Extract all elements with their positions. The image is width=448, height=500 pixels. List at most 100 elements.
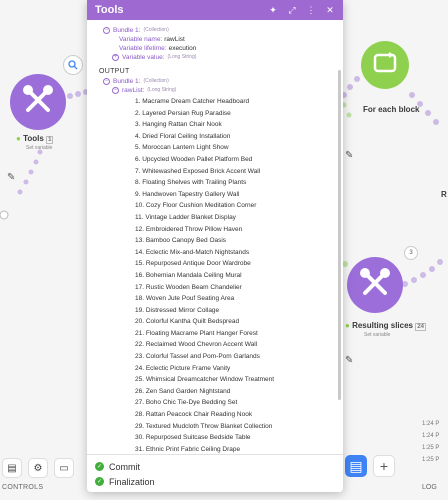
property-key: rawList: (122, 87, 145, 94)
modal-footer: ✓ Commit ✓ Finalization (87, 454, 343, 492)
tools-module-sub: Set variable (26, 145, 53, 151)
list-item: 15. Repurposed Antique Door Wardrobe (135, 260, 251, 268)
property-value: rawList (164, 36, 185, 43)
collapse-icon[interactable]: − (112, 87, 119, 94)
modal-header: Tools ✦ ⤢ ⋮ ✕ (87, 0, 343, 20)
list-item: 4. Dried Floral Ceiling Installation (135, 132, 231, 140)
slices-wrench-icon (358, 266, 392, 305)
slices-module-sub: Set variable (364, 332, 391, 338)
rawlist-items: 1. Macrame Dream Catcher Headboard 2. Lay… (103, 96, 343, 454)
more-icon[interactable]: ⋮ (306, 5, 316, 16)
bundle-label: Bundle 1: (113, 27, 141, 34)
property-key: Variable value: (122, 54, 165, 61)
list-item: 7. Whitewashed Exposed Brick Accent Wall (135, 167, 261, 175)
list-item: 3. Hanging Rattan Chair Nook (135, 121, 222, 129)
iterator-module-label: For each block (363, 105, 420, 114)
bundle-type: (Collection) (143, 27, 169, 33)
check-icon: ✓ (95, 462, 104, 471)
list-item: 6. Upcycled Wooden Pallet Platform Bed (135, 155, 253, 163)
list-item: 24. Eclectic Picture Frame Vanity (135, 364, 231, 372)
search-icon[interactable] (63, 55, 83, 75)
log-time: 1:25 P (422, 445, 440, 451)
bundle-label: Bundle 1: (113, 78, 141, 85)
list-item: 17. Rustic Wooden Beam Chandelier (135, 283, 242, 291)
list-item: 12. Embroidered Throw Pillow Haven (135, 225, 243, 233)
partial-module-label: R (441, 190, 447, 199)
rawlist-row[interactable]: − rawList: (Long String) (103, 86, 343, 95)
scrollbar[interactable] (338, 70, 341, 400)
variable-name-row: Variable name: rawList (103, 35, 343, 44)
check-icon: ✓ (95, 477, 104, 486)
list-item: 10. Cozy Floor Cushion Meditation Corner (135, 202, 257, 210)
list-item: 30. Repurposed Suitcase Bedside Table (135, 434, 251, 442)
controls-label: CONTROLS (2, 484, 44, 491)
wrench-icon[interactable]: ✎ (345, 150, 353, 161)
commit-label: Commit (109, 461, 140, 472)
controls-toolbar: ▤ ⚙ ▭ (0, 455, 90, 481)
list-item: 31. Ethnic Print Fabric Ceiling Drape (135, 445, 241, 453)
list-item: 11. Vintage Ladder Blanket Display (135, 213, 236, 221)
list-item: 8. Floating Shelves with Trailing Plants (135, 179, 247, 187)
log-label: LOG (422, 484, 437, 491)
wrench-icon[interactable]: ✎ (7, 172, 15, 183)
list-item: 14. Eclectic Mix-and-Match Nightstands (135, 248, 250, 256)
property-key: Variable lifetime: (119, 45, 167, 52)
list-item: 18. Woven Jute Pouf Seating Area (135, 295, 235, 303)
input-bundle-row[interactable]: − Bundle 1: (Collection) (103, 26, 343, 35)
canvas-tools: ▤ + (345, 455, 395, 477)
expand-icon[interactable]: ⤢ (287, 5, 297, 16)
loop-icon (372, 51, 398, 79)
list-item: 23. Colorful Tassel and Pom-Pom Garlands (135, 353, 260, 361)
list-item: 5. Moroccan Lantern Light Show (135, 144, 229, 152)
notes-icon[interactable]: ▤ (345, 455, 367, 477)
modal-body[interactable]: − Bundle 1: (Collection) Variable name: … (87, 20, 343, 454)
note-icon[interactable]: ▭ (54, 458, 74, 478)
output-bundle-row[interactable]: − Bundle 1: (Collection) (103, 77, 343, 86)
list-item: 16. Bohemian Mandala Ceiling Mural (135, 271, 242, 279)
list-item: 28. Rattan Peacock Chair Reading Nook (135, 411, 253, 419)
list-item: 13. Bamboo Canopy Bed Oasis (135, 237, 227, 245)
log-time: 1:24 P (422, 433, 440, 439)
list-item: 1. Macrame Dream Catcher Headboard (135, 98, 250, 105)
log-time: 1:25 P (422, 457, 440, 463)
tools-module-node[interactable] (10, 74, 66, 130)
magic-icon[interactable]: ✦ (268, 5, 278, 16)
list-item: 2. Layered Persian Rug Paradise (135, 109, 231, 117)
finalization-label: Finalization (109, 476, 155, 487)
property-type: (Long String) (147, 87, 177, 93)
list-item: 9. Handwoven Tapestry Gallery Wall (135, 190, 240, 198)
expand-icon[interactable]: + (112, 54, 119, 61)
variable-value-row[interactable]: + Variable value: (Long String) (103, 53, 343, 62)
tools-modal: Tools ✦ ⤢ ⋮ ✕ − Bundle 1: (Collection) V… (87, 0, 343, 492)
list-item: 26. Zen Sand Garden Nightstand (135, 387, 231, 395)
slices-module-node[interactable] (347, 257, 403, 313)
tools-wrench-icon (21, 83, 55, 122)
operation-count-badge[interactable]: 3 (404, 246, 418, 260)
output-heading: OUTPUT (99, 68, 130, 75)
finalization-row[interactable]: ✓ Finalization (95, 474, 335, 489)
collapse-icon[interactable]: − (103, 27, 110, 34)
variable-lifetime-row: Variable lifetime: execution (103, 44, 343, 53)
property-value: execution (168, 45, 197, 52)
modal-title: Tools (95, 4, 124, 16)
wrench-icon[interactable]: ✎ (345, 355, 353, 366)
list-item: 19. Distressed Mirror Collage (135, 306, 220, 314)
slices-module-label: ● Resulting slices 24 (345, 321, 426, 331)
list-item: 21. Floating Macrame Plant Hanger Forest (135, 329, 258, 337)
list-item: 20. Colorful Kantha Quilt Bedspread (135, 318, 240, 326)
gear-icon[interactable]: ⚙ (28, 458, 48, 478)
list-item: 25. Whimsical Dreamcatcher Window Treatm… (135, 376, 275, 384)
save-icon[interactable]: ▤ (2, 458, 22, 478)
close-icon[interactable]: ✕ (325, 5, 335, 16)
commit-row[interactable]: ✓ Commit (95, 459, 335, 474)
property-type: (Long String) (167, 54, 197, 60)
list-item: 22. Reclaimed Wood Chevron Accent Wall (135, 341, 258, 349)
list-item: 27. Boho Chic Tie-Dye Bedding Set (135, 399, 238, 407)
log-time: 1:24 P (422, 421, 440, 427)
bundle-type: (Collection) (143, 78, 169, 84)
iterator-module-node[interactable] (361, 41, 409, 89)
collapse-icon[interactable]: − (103, 78, 110, 85)
add-icon[interactable]: + (373, 455, 395, 477)
list-item: 29. Textured Mudcloth Throw Blanket Coll… (135, 422, 273, 430)
tools-module-label: ● Tools 1 (16, 134, 54, 144)
